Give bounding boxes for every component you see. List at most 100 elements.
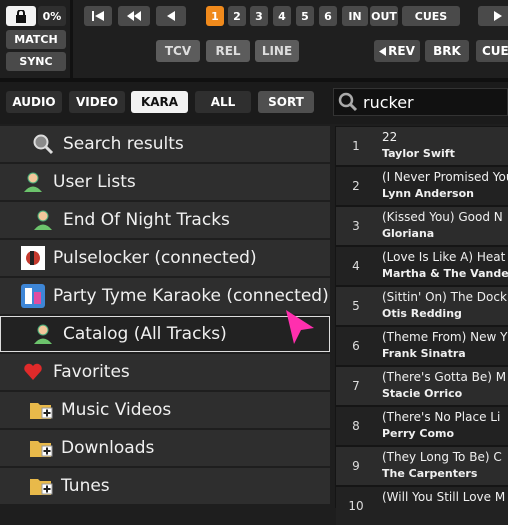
tree-label: Downloads <box>61 438 155 458</box>
track-row[interactable]: 7 (There's Gotta Be) M Stacie Orrico <box>336 367 508 405</box>
track-number: 8 <box>352 419 360 433</box>
track-title: (There's Gotta Be) M <box>382 370 507 384</box>
track-title: (Sittin' On) The Dock <box>382 290 507 304</box>
tree-party-tyme-karaoke[interactable]: Party Tyme Karaoke (connected) <box>0 278 330 314</box>
tree-label: Pulselocker (connected) <box>53 248 257 268</box>
filter-kara[interactable]: KARA <box>131 91 188 113</box>
play-button[interactable] <box>478 6 508 26</box>
track-artist: Perry Como <box>382 427 455 440</box>
track-title: (Kissed You) Good N <box>382 210 503 224</box>
reverse-icon <box>379 46 387 56</box>
tree-end-of-night-tracks[interactable]: End Of Night Tracks <box>0 202 330 238</box>
track-row[interactable]: 9 (They Long To Be) C The Carpenters <box>336 447 508 485</box>
play-back-icon <box>167 11 175 21</box>
back-button[interactable] <box>156 6 186 26</box>
tree-label: Catalog (All Tracks) <box>63 324 227 344</box>
tree-label: End Of Night Tracks <box>63 210 230 230</box>
track-artist: Gloriana <box>382 227 435 240</box>
tree-favorites[interactable]: Favorites <box>0 354 330 390</box>
folder-plus-icon <box>28 397 54 423</box>
play-icon <box>494 11 502 21</box>
search-icon <box>30 131 56 157</box>
cue-button[interactable]: CUE <box>476 40 508 62</box>
hotcue-4[interactable]: 4 <box>273 6 291 26</box>
track-number: 7 <box>352 379 360 393</box>
tree-user-lists[interactable]: User Lists <box>0 164 330 200</box>
track-title: (I Never Promised You <box>382 170 508 184</box>
cues-button[interactable]: CUES <box>402 6 460 26</box>
track-number: 10 <box>348 499 364 513</box>
brake-button[interactable]: BRK <box>425 40 469 62</box>
loop-out-button[interactable]: OUT <box>370 6 398 26</box>
track-artist: Lynn Anderson <box>382 187 474 200</box>
hotcue-3[interactable]: 3 <box>250 6 268 26</box>
tree-tunes[interactable]: Tunes <box>0 468 330 504</box>
track-row[interactable]: 3 (Kissed You) Good N Gloriana <box>336 207 508 245</box>
reverse-label: REV <box>388 44 415 58</box>
track-artist: The Carpenters <box>382 467 478 480</box>
tree-pulselocker[interactable]: Pulselocker (connected) <box>0 240 330 276</box>
search-icon <box>338 92 358 112</box>
filter-all[interactable]: ALL <box>195 91 251 113</box>
folder-plus-icon <box>28 473 54 499</box>
track-row[interactable]: 4 (Love Is Like A) Heat Martha & The Van… <box>336 247 508 285</box>
track-number: 9 <box>352 459 360 473</box>
tcv-button[interactable]: TCV <box>156 40 200 62</box>
track-title: (Love Is Like A) Heat <box>382 250 506 264</box>
rewind-icon <box>127 11 141 21</box>
track-row[interactable]: 5 (Sittin' On) The Dock Otis Redding <box>336 287 508 325</box>
user-icon <box>30 207 56 233</box>
match-button[interactable]: MATCH <box>6 30 66 49</box>
tree-label: Party Tyme Karaoke (connected) <box>53 286 329 306</box>
search-box[interactable]: rucker <box>333 88 508 116</box>
hotcue-6[interactable]: 6 <box>319 6 337 26</box>
track-title: (Theme From) New Y <box>382 330 508 344</box>
track-title: (They Long To Be) C <box>382 450 502 464</box>
tree-downloads[interactable]: Downloads <box>0 430 330 466</box>
track-row[interactable]: 8 (There's No Place Li Perry Como <box>336 407 508 445</box>
track-row[interactable]: 6 (Theme From) New Y Frank Sinatra <box>336 327 508 365</box>
track-number: 4 <box>352 259 360 273</box>
tree-music-videos[interactable]: Music Videos <box>0 392 330 428</box>
tree-search-results[interactable]: Search results <box>0 126 330 162</box>
pointer-cursor <box>286 310 314 344</box>
track-start-button[interactable] <box>84 6 112 26</box>
track-number: 2 <box>352 179 360 193</box>
partytyme-icon <box>20 283 46 309</box>
track-number: 5 <box>352 299 360 313</box>
loop-in-button[interactable]: IN <box>342 6 368 26</box>
hotcue-5[interactable]: 5 <box>296 6 314 26</box>
tree-label: User Lists <box>53 172 136 192</box>
track-title: (There's No Place Li <box>382 410 501 424</box>
filter-video[interactable]: VIDEO <box>69 91 125 113</box>
track-number: 1 <box>352 139 360 153</box>
search-input[interactable]: rucker <box>363 93 414 112</box>
track-row[interactable]: 2 (I Never Promised You Lynn Anderson <box>336 167 508 205</box>
track-number: 6 <box>352 339 360 353</box>
rewind-button[interactable] <box>118 6 150 26</box>
folder-plus-icon <box>28 435 54 461</box>
tree-label: Music Videos <box>61 400 172 420</box>
rel-button[interactable]: REL <box>206 40 250 62</box>
pitch-percent: 0% <box>38 6 66 26</box>
sync-button[interactable]: SYNC <box>6 52 66 71</box>
deck-divider <box>70 0 73 78</box>
lock-icon <box>16 9 26 23</box>
hotcue-1[interactable]: 1 <box>206 6 224 26</box>
track-title: 22 <box>382 130 398 144</box>
track-artist: Otis Redding <box>382 307 462 320</box>
sort-button[interactable]: SORT <box>258 91 314 113</box>
reverse-button[interactable]: REV <box>374 40 420 62</box>
track-number: 3 <box>352 219 360 233</box>
pulselocker-icon <box>20 245 46 271</box>
line-button[interactable]: LINE <box>255 40 299 62</box>
skip-start-icon <box>92 11 104 21</box>
tree-label: Tunes <box>61 476 110 496</box>
track-row[interactable]: 1 22 Taylor Swift <box>336 127 508 165</box>
lock-button[interactable] <box>6 6 36 26</box>
hotcue-2[interactable]: 2 <box>228 6 246 26</box>
track-row[interactable]: 10 (Will You Still Love M <box>336 487 508 525</box>
track-artist: Martha & The Vandellas <box>382 267 508 280</box>
filter-audio[interactable]: AUDIO <box>6 91 62 113</box>
tree-catalog-all-tracks[interactable]: Catalog (All Tracks) <box>0 316 330 352</box>
